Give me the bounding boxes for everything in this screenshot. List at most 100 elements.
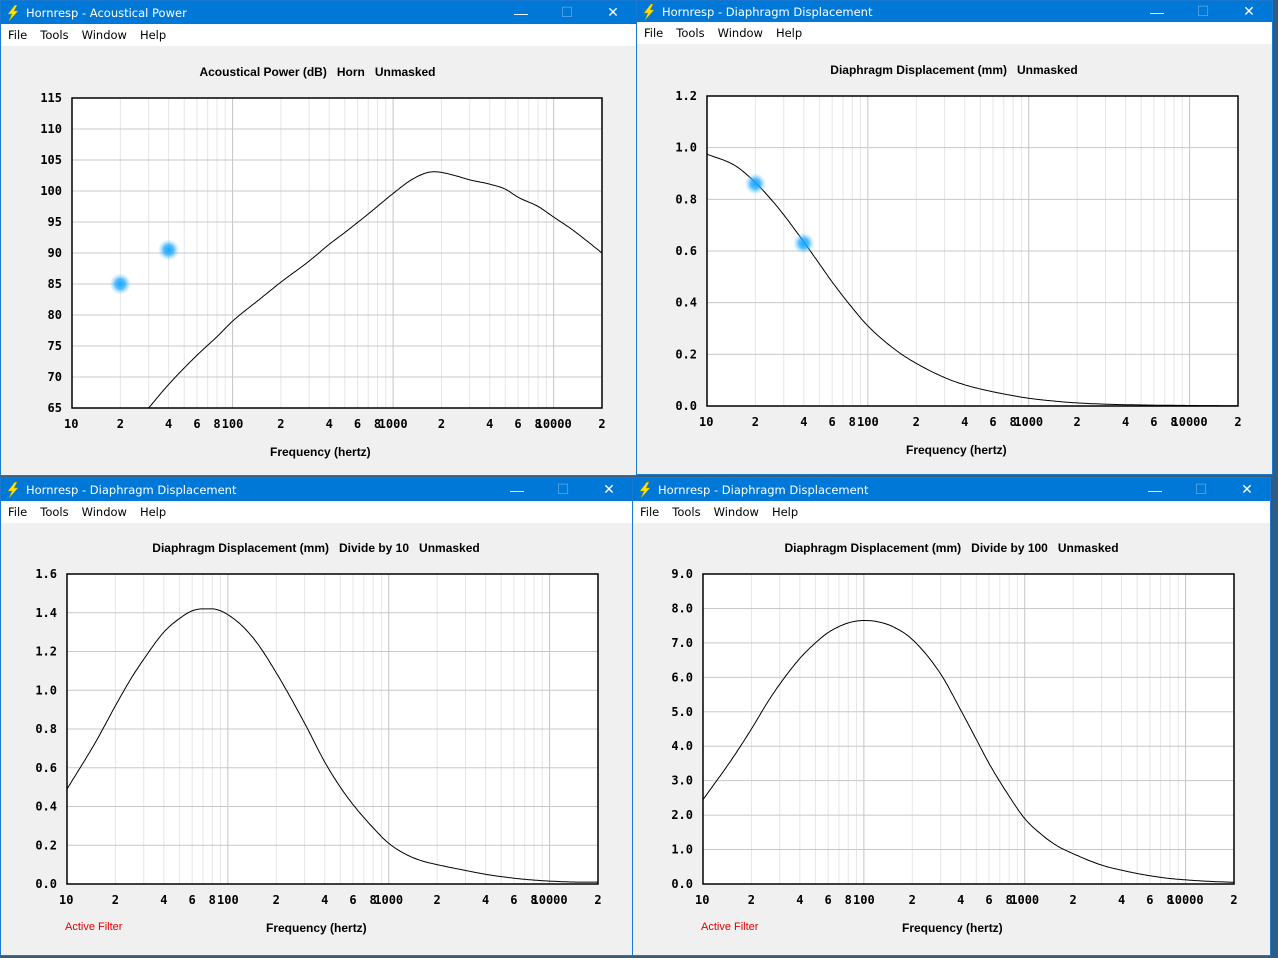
x-tick-label: 6 xyxy=(985,893,992,907)
y-tick-label: 0.0 xyxy=(675,399,697,413)
y-tick-label: 6.0 xyxy=(671,670,693,684)
y-tick-label: 0.2 xyxy=(675,347,697,361)
y-tick-label: 1.4 xyxy=(35,606,57,620)
diaphragm-displacement-div100-window: Hornresp - Diaphragm Displacement — ☐ ✕ … xyxy=(632,477,1271,956)
y-tick-label: 95 xyxy=(48,215,62,229)
x-axis-label: Frequency (hertz) xyxy=(906,443,1007,457)
plot-area xyxy=(703,574,1234,884)
x-tick-label: 1000 xyxy=(374,893,403,907)
x-tick-label: 100 xyxy=(217,893,239,907)
y-tick-label: 105 xyxy=(40,153,62,167)
x-tick-label: 2 xyxy=(1070,893,1077,907)
y-tick-label: 0.2 xyxy=(35,838,57,852)
data-marker xyxy=(157,238,180,261)
y-tick-label: 0.0 xyxy=(671,877,693,891)
x-tick-label: 6 xyxy=(193,417,200,431)
x-tick-label: 6 xyxy=(354,417,361,431)
x-tick-label: 2 xyxy=(752,415,759,429)
y-tick-label: 65 xyxy=(48,401,62,415)
chart-plot: 0.01.02.03.04.05.06.07.08.09.010 2 4 6 8 100 2… xyxy=(671,567,1237,907)
x-tick-label: 2 xyxy=(598,417,605,431)
x-tick-label: 6 xyxy=(825,893,832,907)
x-tick-label: 2 xyxy=(117,417,124,431)
x-tick-label: 2 xyxy=(438,417,445,431)
x-tick-label: 4 xyxy=(326,417,333,431)
y-tick-label: 0.6 xyxy=(35,761,57,775)
x-tick-label: 10 xyxy=(64,417,78,431)
data-marker xyxy=(109,273,132,295)
x-tick-label: 10 xyxy=(699,415,713,429)
x-tick-label: 8 xyxy=(209,893,216,907)
active-filter-indicator: Active Filter xyxy=(65,921,123,933)
y-tick-label: 4.0 xyxy=(671,739,693,753)
x-tick-label: 6 xyxy=(349,893,356,907)
x-tick-label: 2 xyxy=(1074,415,1081,429)
y-tick-label: 1.0 xyxy=(675,141,697,155)
y-tick-label: 1.0 xyxy=(671,843,693,857)
x-tick-label: 8 xyxy=(213,417,220,431)
x-tick-label: 2 xyxy=(277,417,284,431)
x-tick-label: 2 xyxy=(1234,415,1241,429)
x-tick-label: 4 xyxy=(957,893,964,907)
y-tick-label: 0.8 xyxy=(675,192,697,206)
y-tick-label: 7.0 xyxy=(671,636,693,650)
x-axis-label: Frequency (hertz) xyxy=(270,445,371,459)
x-tick-label: 6 xyxy=(1150,415,1157,429)
y-tick-label: 90 xyxy=(48,246,62,260)
x-tick-label: 1000 xyxy=(379,417,408,431)
y-tick-label: 9.0 xyxy=(671,567,693,581)
x-tick-label: 1000 xyxy=(1014,415,1043,429)
x-tick-label: 4 xyxy=(321,893,328,907)
x-tick-label: 6 xyxy=(510,893,517,907)
x-tick-label: 4 xyxy=(486,417,493,431)
chart-plot: 0.00.20.40.60.81.01.210 2 4 6 8 100 2 4 6 81000 2 4… xyxy=(675,89,1241,429)
y-tick-label: 85 xyxy=(48,277,62,291)
y-tick-label: 110 xyxy=(40,122,62,136)
x-tick-label: 6 xyxy=(1146,893,1153,907)
y-tick-label: 3.0 xyxy=(671,774,693,788)
y-tick-label: 1.6 xyxy=(35,567,57,581)
x-tick-label: 4 xyxy=(1118,893,1125,907)
x-tick-label: 4 xyxy=(1122,415,1129,429)
x-tick-label: 8 xyxy=(845,893,852,907)
y-tick-label: 75 xyxy=(48,339,62,353)
y-tick-label: 5.0 xyxy=(671,705,693,719)
x-tick-label: 100 xyxy=(857,415,879,429)
x-tick-label: 2 xyxy=(594,893,601,907)
y-tick-label: 1.2 xyxy=(675,89,697,103)
x-tick-label: 4 xyxy=(800,415,807,429)
x-tick-label: 1000 xyxy=(1010,893,1039,907)
x-tick-label: 4 xyxy=(796,893,803,907)
x-tick-label: 2 xyxy=(112,893,119,907)
diaphragm-displacement-window: Hornresp - Diaphragm Displacement — ☐ ✕ … xyxy=(636,0,1273,475)
x-tick-label: 4 xyxy=(160,893,167,907)
y-tick-label: 1.2 xyxy=(35,645,57,659)
x-tick-label: 6 xyxy=(514,417,521,431)
y-tick-label: 2.0 xyxy=(671,808,693,822)
diaphragm-displacement-div10-window: Hornresp - Diaphragm Displacement — ☐ ✕ … xyxy=(0,477,633,956)
x-tick-label: 10000 xyxy=(1172,415,1208,429)
y-tick-label: 0.4 xyxy=(35,800,57,814)
y-tick-label: 1.0 xyxy=(35,683,57,697)
x-tick-label: 2 xyxy=(1230,893,1237,907)
x-tick-label: 10000 xyxy=(532,893,568,907)
x-tick-label: 10 xyxy=(59,893,73,907)
x-tick-label: 8 xyxy=(849,415,856,429)
x-tick-label: 100 xyxy=(222,417,244,431)
x-tick-label: 100 xyxy=(853,893,875,907)
y-tick-label: 8.0 xyxy=(671,601,693,615)
y-tick-label: 80 xyxy=(48,308,62,322)
x-axis-label: Frequency (hertz) xyxy=(266,921,367,935)
x-tick-label: 10 xyxy=(695,893,709,907)
y-tick-label: 115 xyxy=(40,91,62,105)
chart-plot: 6570758085909510010511011510 2 4 6 8 100 2 4 6 81… xyxy=(40,91,605,431)
y-tick-label: 70 xyxy=(48,370,62,384)
x-tick-label: 6 xyxy=(189,893,196,907)
y-tick-label: 100 xyxy=(40,184,62,198)
y-tick-label: 0.8 xyxy=(35,722,57,736)
x-tick-label: 2 xyxy=(913,415,920,429)
y-tick-label: 0.4 xyxy=(675,296,697,310)
chart-plot: 0.00.20.40.60.81.01.21.41.610 2 4 6 8 100 2 4 6 8… xyxy=(35,567,601,907)
x-tick-label: 4 xyxy=(482,893,489,907)
data-marker xyxy=(744,172,767,195)
